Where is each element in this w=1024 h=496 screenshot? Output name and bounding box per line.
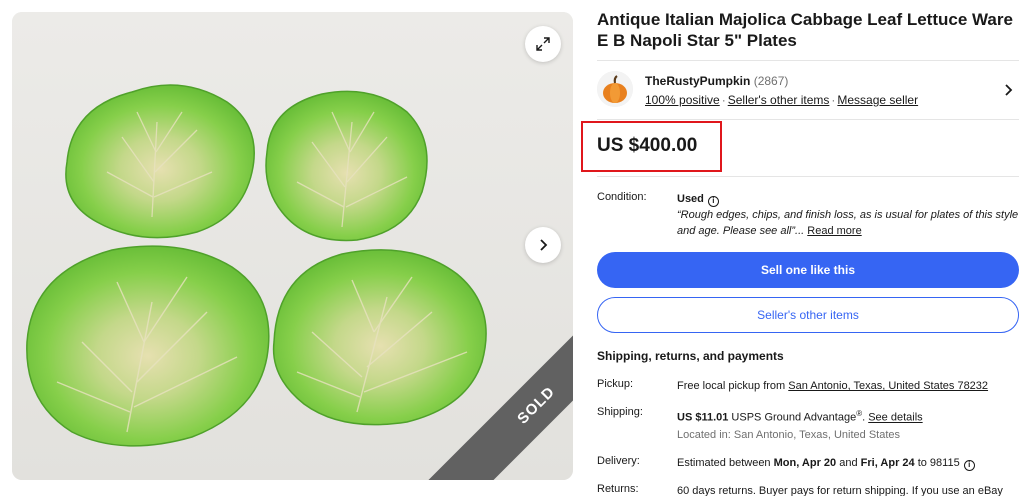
item-price: US $400.00 xyxy=(597,135,698,156)
sellers-other-items-button[interactable]: Seller's other items xyxy=(597,297,1019,333)
divider xyxy=(597,119,1019,120)
image-gallery[interactable]: SOLD xyxy=(12,12,573,480)
chevron-right-icon xyxy=(540,239,548,251)
pickup-location-link[interactable]: San Antonio, Texas, United States 78232 xyxy=(788,380,988,392)
delivery-zip: to 98115 xyxy=(914,457,960,469)
feedback-count: (2867) xyxy=(753,74,789,88)
delivery-end-date: Fri, Apr 24 xyxy=(860,457,915,469)
pickup-text: Free local pickup from xyxy=(677,380,789,392)
separator: · xyxy=(721,93,726,107)
plate-top-right xyxy=(265,90,428,242)
plate-bottom-right xyxy=(272,249,487,426)
expand-button[interactable] xyxy=(525,26,561,62)
shipping-section-heading: Shipping, returns, and payments xyxy=(597,349,784,363)
delivery-start-date: Mon, Apr 20 xyxy=(773,457,837,469)
read-more-link[interactable]: Read more xyxy=(807,225,861,237)
seller-avatar[interactable] xyxy=(597,71,633,107)
expand-icon xyxy=(536,37,550,51)
seller-name-line: TheRustyPumpkin (2867) xyxy=(645,74,788,88)
divider xyxy=(597,60,1019,61)
pumpkin-icon xyxy=(597,71,633,107)
delivery-prefix: Estimated between xyxy=(677,457,774,469)
sell-one-like-this-button[interactable]: Sell one like this xyxy=(597,252,1019,288)
message-seller-link[interactable]: Message seller xyxy=(837,93,918,107)
divider xyxy=(597,176,1019,177)
delivery-and: and xyxy=(836,457,861,469)
positive-feedback-link[interactable]: 100% positive xyxy=(645,93,720,107)
item-location: Located in: San Antonio, Texas, United S… xyxy=(677,429,901,441)
info-icon[interactable]: i xyxy=(963,459,975,471)
pickup-label: Pickup: xyxy=(597,378,634,390)
shipping-price: US $11.01 xyxy=(677,411,729,424)
next-image-button[interactable] xyxy=(525,227,561,263)
delivery-label: Delivery: xyxy=(597,455,640,467)
see-details-link[interactable]: See details xyxy=(868,412,922,424)
seller-other-items-link[interactable]: Seller's other items xyxy=(728,93,830,107)
delivery-value: Estimated between Mon, Apr 20 and Fri, A… xyxy=(677,455,1019,471)
seller-card[interactable]: TheRustyPumpkin (2867) 100% positive · Sel… xyxy=(597,71,1019,111)
returns-value: 60 days returns. Buyer pays for return s… xyxy=(677,485,1003,496)
separator: · xyxy=(831,93,836,107)
condition-status: Used xyxy=(677,193,704,205)
seller-name[interactable]: TheRustyPumpkin xyxy=(645,74,750,88)
seller-links: 100% positive · Seller's other items · Messa… xyxy=(645,93,918,107)
listing-title: Antique Italian Majolica Cabbage Leaf Le… xyxy=(597,10,1013,50)
shipping-label: Shipping: xyxy=(597,406,643,418)
info-icon[interactable]: i xyxy=(707,195,719,207)
condition-value: Used i “Rough edges, chips, and finish lo… xyxy=(677,191,1019,239)
chevron-right-icon[interactable] xyxy=(1003,83,1015,97)
shipping-value: US $11.01 USPS Ground Advantage®. See de… xyxy=(677,406,1019,426)
returns-label: Returns: xyxy=(597,483,639,495)
shipping-service: USPS Ground Advantage xyxy=(728,411,857,424)
pickup-value: Free local pickup from San Antonio, Texa… xyxy=(677,378,1019,394)
condition-label: Condition: xyxy=(597,191,647,203)
product-photo[interactable] xyxy=(12,12,573,480)
